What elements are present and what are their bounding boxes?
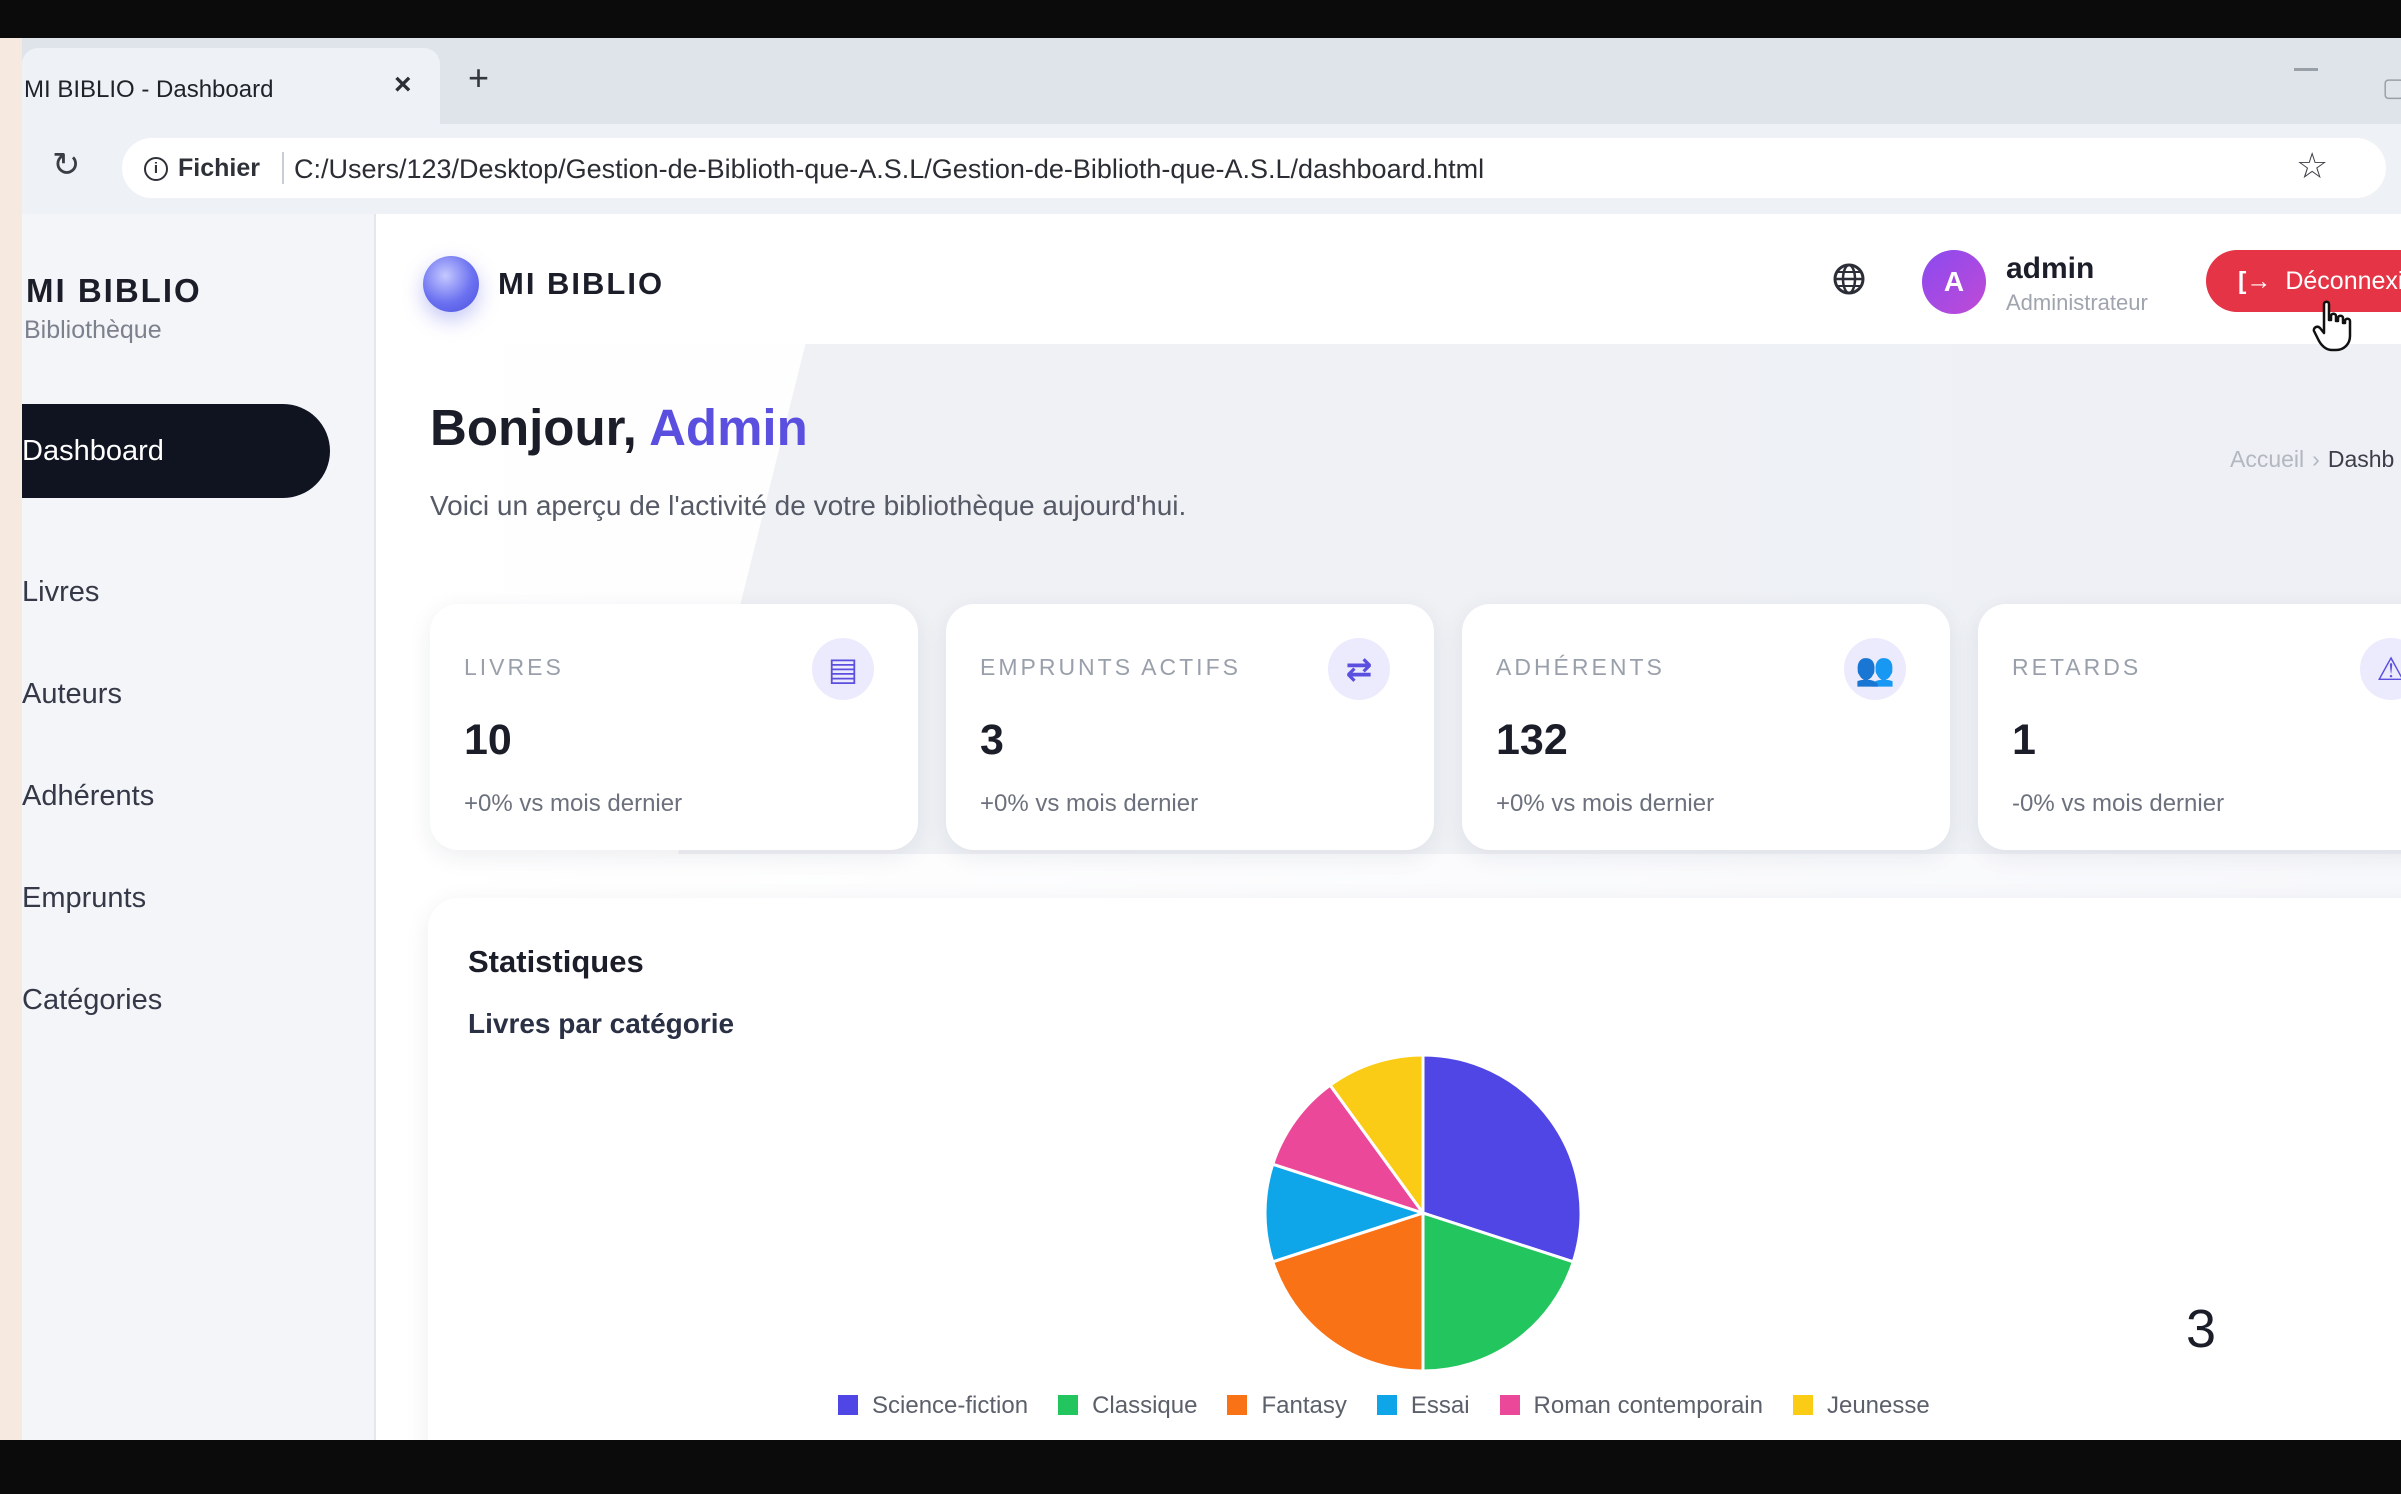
sidebar-item-emprunts[interactable]: Emprunts	[22, 882, 146, 915]
exchange-icon: ⇄	[1328, 638, 1390, 700]
breadcrumb-home[interactable]: Accueil	[2230, 446, 2304, 472]
left-margin	[0, 38, 22, 1440]
globe-icon[interactable]	[1832, 262, 1866, 296]
user-role: Administrateur	[2006, 290, 2148, 315]
stat-card-label: EMPRUNTS ACTIFS	[980, 654, 1241, 680]
address-bar[interactable]: i Fichier C:/Users/123/Desktop/Gestion-d…	[122, 138, 2386, 198]
sidebar-subtitle: Bibliothèque	[24, 316, 162, 344]
sidebar-item-dashboard[interactable]: Dashboard	[22, 404, 330, 498]
legend-item[interactable]: Jeunesse	[1792, 1392, 1930, 1420]
legend-item[interactable]: Fantasy	[1227, 1392, 1347, 1420]
legend-label: Classique	[1092, 1392, 1198, 1419]
legend-item[interactable]: Science-fiction	[838, 1392, 1028, 1420]
sidebar-item-adherents[interactable]: Adhérents	[22, 780, 154, 813]
stat-card-label: LIVRES	[464, 654, 564, 680]
page-subtitle: Voici un aperçu de l'activité de votre b…	[430, 490, 1187, 521]
greeting-text: Bonjour,	[430, 399, 650, 456]
stat-card-trend: -0% vs mois dernier	[2012, 790, 2225, 817]
tab-close-icon[interactable]: ×	[394, 70, 412, 100]
breadcrumb: Accueil › Dashb	[2230, 446, 2394, 473]
app-root: MI BIBLIO Bibliothèque Dashboard Livres …	[22, 214, 2401, 1440]
stat-card-value: 10	[464, 716, 512, 764]
legend-swatch	[1499, 1395, 1520, 1415]
legend-item[interactable]: Roman contemporain	[1499, 1392, 1763, 1420]
page-title: Bonjour, Admin	[430, 398, 808, 457]
legend-swatch	[838, 1395, 858, 1415]
info-icon[interactable]: i	[144, 157, 168, 181]
legend-item[interactable]: Classique	[1058, 1392, 1197, 1420]
browser-window: MI BIBLIO - Dashboard × + ▢ ↻ i Fichier …	[22, 38, 2401, 1440]
top-header: MI BIBLIO A admin Administrateur [→ Décon…	[378, 214, 2401, 352]
logout-button[interactable]: [→ Déconnexi	[2206, 250, 2401, 312]
book-icon: ▤	[812, 638, 874, 700]
avatar[interactable]: A	[1922, 250, 1986, 314]
legend-swatch	[1058, 1395, 1079, 1415]
pie-chart[interactable]	[1258, 1048, 1588, 1378]
stat-card-trend: +0% vs mois dernier	[464, 790, 683, 817]
legend-label: Roman contemporain	[1533, 1392, 1763, 1419]
legend-swatch	[1376, 1395, 1397, 1415]
stat-card-value: 132	[1496, 716, 1568, 764]
user-name: admin	[2006, 252, 2095, 285]
reload-icon[interactable]: ↻	[52, 148, 81, 182]
legend-item[interactable]: Essai	[1376, 1392, 1470, 1420]
logout-label: Déconnexi	[2285, 267, 2401, 295]
stat-card-adherents[interactable]: ADHÉRENTS 👥 132 +0% vs mois dernier	[1462, 604, 1950, 850]
bottom-black-bar	[0, 1440, 2401, 1494]
legend-label: Fantasy	[1261, 1392, 1347, 1419]
legend-swatch	[1792, 1395, 1813, 1415]
sidebar-brand: MI BIBLIO	[26, 272, 202, 309]
stat-card-value: 1	[2012, 716, 2036, 764]
legend-label: Jeunesse	[1826, 1392, 1930, 1419]
address-scheme-label: Fichier	[178, 154, 260, 182]
statistics-panel: Statistiques Livres par catégorie Scienc…	[428, 898, 2401, 1440]
stat-card-trend: +0% vs mois dernier	[980, 790, 1199, 817]
stat-card-livres[interactable]: LIVRES ▤ 10 +0% vs mois dernier	[430, 604, 918, 850]
breadcrumb-current: Dashb	[2327, 446, 2395, 472]
restore-icon[interactable]: ▢	[2382, 72, 2401, 103]
stat-card-emprunts[interactable]: EMPRUNTS ACTIFS ⇄ 3 +0% vs mois dernier	[946, 604, 1434, 850]
statistics-title: Statistiques	[468, 944, 644, 979]
statistics-subtitle: Livres par catégorie	[468, 1008, 735, 1039]
breadcrumb-separator: ›	[2312, 446, 2320, 472]
stat-card-label: ADHÉRENTS	[1496, 654, 1665, 680]
url-text[interactable]: C:/Users/123/Desktop/Gestion-de-Biblioth…	[294, 154, 1484, 185]
address-divider	[282, 152, 284, 184]
chart-legend: Science-fiction Classique Fantasy Essai Roma…	[838, 1392, 1960, 1420]
legend-swatch	[1227, 1395, 1248, 1415]
users-icon: 👥	[1844, 638, 1906, 700]
sidebar-item-categories[interactable]: Catégories	[22, 984, 162, 1017]
warning-icon: ⚠	[2360, 638, 2401, 700]
stat-card-retards[interactable]: RETARDS ⚠ 1 -0% vs mois dernier	[1978, 604, 2401, 850]
tab-strip: MI BIBLIO - Dashboard × + ▢	[22, 38, 2401, 124]
main-content: MI BIBLIO A admin Administrateur [→ Décon…	[378, 214, 2401, 1440]
stat-card-label: RETARDS	[2012, 654, 2142, 680]
stat-card-value: 3	[980, 716, 1004, 764]
sidebar-item-livres[interactable]: Livres	[22, 576, 99, 609]
sidebar: MI BIBLIO Bibliothèque Dashboard Livres …	[22, 214, 376, 1440]
header-brand: MI BIBLIO	[498, 266, 665, 301]
legend-label: Essai	[1410, 1392, 1470, 1419]
sidebar-item-auteurs[interactable]: Auteurs	[22, 678, 122, 711]
tab-title: MI BIBLIO - Dashboard	[24, 76, 274, 103]
page-number: 3	[2186, 1299, 2217, 1359]
new-tab-button[interactable]: +	[468, 60, 489, 96]
minimize-icon[interactable]	[2294, 68, 2318, 71]
address-toolbar: ↻ i Fichier C:/Users/123/Desktop/Gestion…	[22, 124, 2401, 214]
bookmark-star-icon[interactable]: ☆	[2296, 146, 2328, 186]
legend-label: Science-fiction	[872, 1392, 1029, 1419]
stat-card-trend: +0% vs mois dernier	[1496, 790, 1715, 817]
greeting-name: Admin	[649, 399, 808, 456]
top-black-bar	[0, 0, 2401, 38]
logo-orb-icon	[423, 256, 479, 312]
tab-dashboard[interactable]: MI BIBLIO - Dashboard ×	[22, 48, 440, 124]
logout-icon: [→	[2238, 267, 2272, 295]
hand-cursor-icon	[2312, 300, 2352, 352]
